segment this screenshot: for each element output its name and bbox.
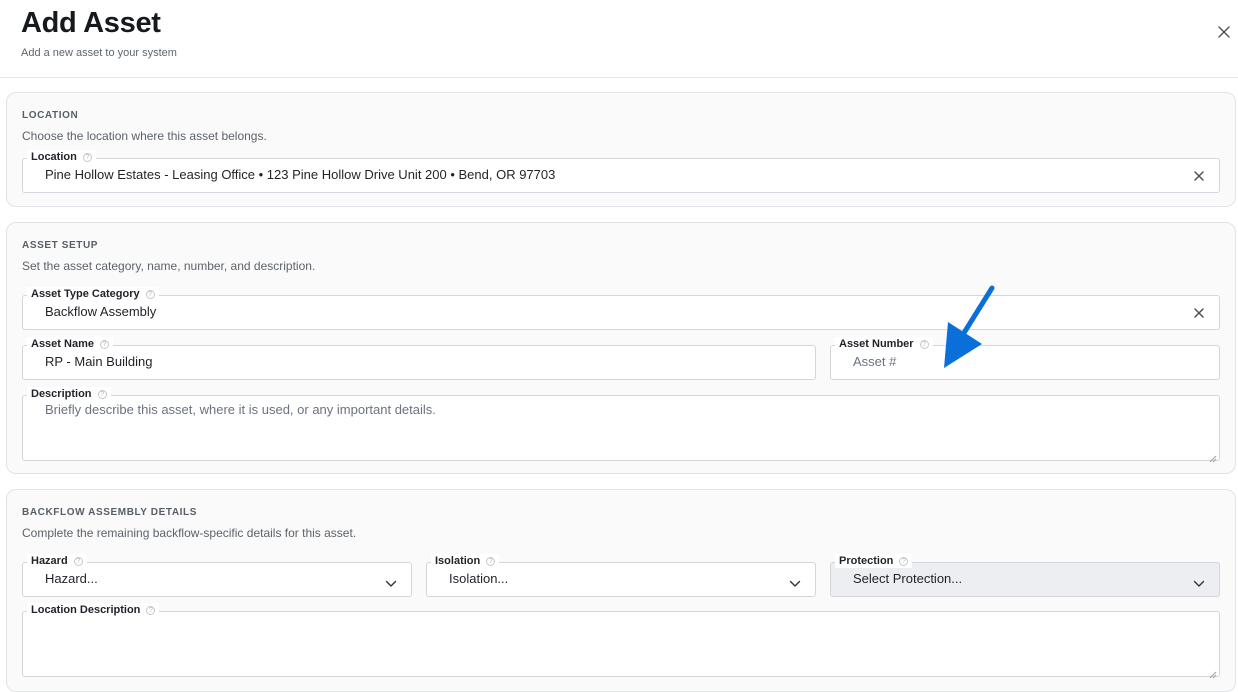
location-value: Pine Hollow Estates - Leasing Office • 1… [45,167,556,182]
protection-placeholder: Select Protection... [853,571,963,586]
asset-number-placeholder[interactable]: Asset # [853,354,896,369]
asset-name-label: Asset Name? [27,337,113,351]
arrow-annotation-icon [936,282,1000,372]
section-heading: LOCATION [22,110,79,121]
asset-type-category-value: Backflow Assembly [45,304,157,319]
resize-handle-icon[interactable] [1209,666,1217,679]
isolation-select[interactable]: Isolation? Isolation... [426,554,816,597]
clear-location-icon[interactable] [1193,169,1205,181]
hazard-select[interactable]: Hazard? Hazard... [22,554,412,597]
help-icon: ? [97,390,107,399]
isolation-placeholder: Isolation... [449,571,509,586]
asset-type-category-select[interactable]: Asset Type Category? Backflow Assembly [22,287,1220,330]
section-heading: ASSET SETUP [22,240,99,251]
description-textarea[interactable]: Description? Briefly describe this asset… [22,387,1220,463]
asset-number-field[interactable]: Asset Number? Asset # [830,337,1220,380]
location-label: Location? [27,150,96,164]
resize-handle-icon[interactable] [1209,450,1217,463]
asset-type-category-label: Asset Type Category? [27,287,159,301]
asset-number-label: Asset Number? [835,337,933,351]
backflow-details-section: BACKFLOW ASSEMBLY DETAILS Complete the r… [6,489,1236,692]
chevron-down-icon[interactable] [789,575,801,587]
help-icon: ? [486,557,496,566]
help-icon: ? [146,606,156,615]
hazard-label: Hazard? [27,554,87,568]
section-description: Set the asset category, name, number, an… [22,259,316,273]
help-icon: ? [145,290,155,299]
help-icon: ? [899,557,909,566]
description-placeholder[interactable]: Briefly describe this asset, where it is… [45,402,436,417]
hazard-placeholder: Hazard... [45,571,98,586]
description-label: Description? [27,387,111,401]
protection-select[interactable]: Protection? Select Protection... [830,554,1220,597]
protection-label: Protection? [835,554,913,568]
location-description-textarea[interactable]: Location Description? [22,603,1220,679]
section-description: Choose the location where this asset bel… [22,129,267,143]
isolation-label: Isolation? [431,554,500,568]
location-section: LOCATION Choose the location where this … [6,92,1236,207]
close-icon[interactable] [1216,24,1232,40]
clear-asset-type-icon[interactable] [1193,306,1205,318]
page-subtitle: Add a new asset to your system [21,47,177,59]
asset-setup-section: ASSET SETUP Set the asset category, name… [6,222,1236,474]
location-description-label: Location Description? [27,603,160,617]
help-icon: ? [919,340,929,349]
help-icon: ? [99,340,109,349]
asset-name-field[interactable]: Asset Name? RP - Main Building [22,337,816,380]
page-title: Add Asset [21,7,161,39]
section-description: Complete the remaining backflow-specific… [22,526,357,540]
modal-header: Add Asset Add a new asset to your system [0,0,1238,78]
help-icon: ? [73,557,83,566]
asset-name-value[interactable]: RP - Main Building [45,354,152,369]
help-icon: ? [82,153,92,162]
location-select[interactable]: Location? Pine Hollow Estates - Leasing … [22,150,1220,193]
chevron-down-icon[interactable] [1193,575,1205,587]
section-heading: BACKFLOW ASSEMBLY DETAILS [22,507,198,518]
chevron-down-icon[interactable] [385,575,397,587]
